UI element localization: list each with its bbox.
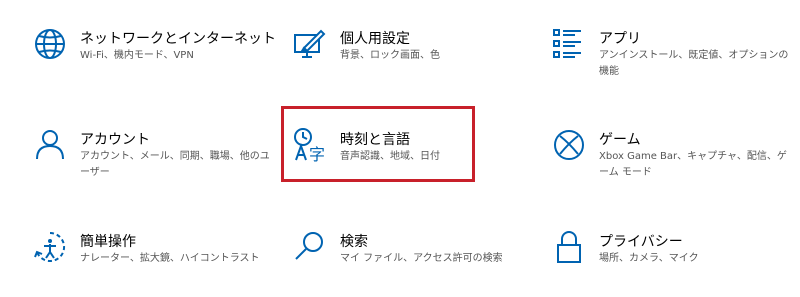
- tile-title: 簡単操作: [80, 234, 136, 250]
- tile-personalization[interactable]: 個人用設定 背景、ロック画面、色: [292, 26, 522, 90]
- tile-title: 個人用設定: [340, 31, 410, 47]
- tile-apps[interactable]: アプリ アンインストール、既定値、オプションの機能: [551, 26, 788, 90]
- tile-search[interactable]: 検索 マイ ファイル、アクセス許可の検索: [292, 229, 522, 293]
- personalization-icon: [292, 26, 328, 62]
- tile-description: 場所、カメラ、マイク: [599, 253, 699, 264]
- globe-icon: [32, 26, 68, 62]
- settings-grid: ネットワークとインターネット Wi-Fi、機内モード、VPN 個人用設定 背景、…: [0, 0, 800, 297]
- tile-title: アプリ: [599, 31, 641, 47]
- lock-icon: [551, 229, 587, 265]
- tile-accounts[interactable]: アカウント アカウント、メール、同期、職場、他のユーザー: [32, 127, 270, 191]
- tile-title: アカウント: [80, 132, 150, 148]
- ease-of-access-icon: [32, 229, 68, 265]
- tile-title: ゲーム: [599, 132, 641, 148]
- tile-description: マイ ファイル、アクセス許可の検索: [340, 253, 503, 264]
- highlight-box: [281, 106, 475, 182]
- tile-privacy[interactable]: プライバシー 場所、カメラ、マイク: [551, 229, 781, 293]
- tile-title: 検索: [340, 234, 368, 250]
- tile-description: アンインストール、既定値、オプションの機能: [599, 50, 789, 77]
- xbox-icon: [551, 127, 587, 163]
- tile-title: プライバシー: [599, 234, 683, 250]
- tile-description: 背景、ロック画面、色: [340, 50, 440, 61]
- tile-gaming[interactable]: ゲーム Xbox Game Bar、キャプチャ、配信、ゲーム モード: [551, 127, 787, 191]
- tile-title: ネットワークとインターネット: [80, 31, 276, 47]
- tile-description: Wi-Fi、機内モード、VPN: [80, 50, 194, 61]
- apps-icon: [551, 26, 587, 62]
- account-icon: [32, 127, 68, 163]
- search-icon: [292, 229, 328, 265]
- tile-ease-of-access[interactable]: 簡単操作 ナレーター、拡大鏡、ハイコントラスト: [32, 229, 262, 293]
- tile-network[interactable]: ネットワークとインターネット Wi-Fi、機内モード、VPN: [32, 26, 276, 90]
- tile-description: Xbox Game Bar、キャプチャ、配信、ゲーム モード: [599, 151, 787, 178]
- tile-description: アカウント、メール、同期、職場、他のユーザー: [80, 151, 270, 178]
- tile-description: ナレーター、拡大鏡、ハイコントラスト: [80, 253, 260, 264]
